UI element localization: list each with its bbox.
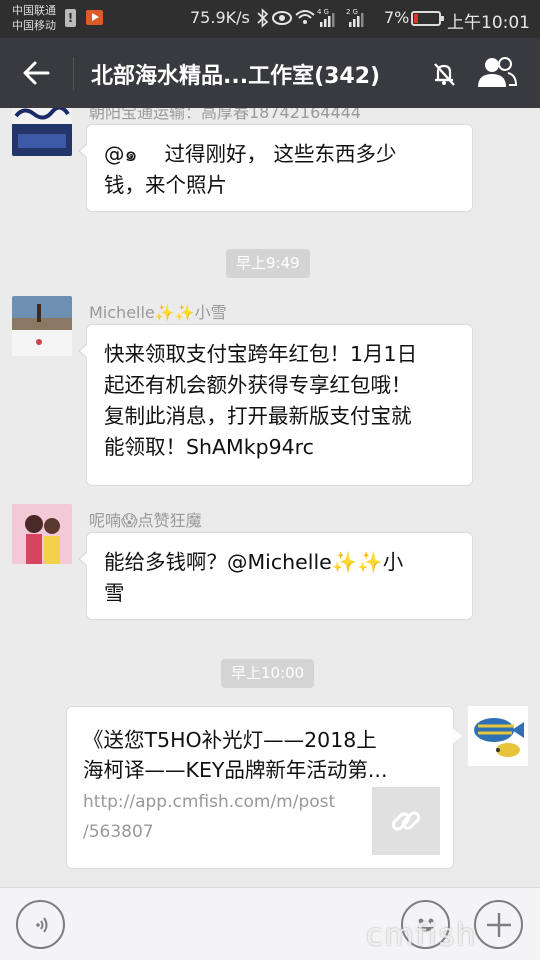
carrier-2: 中国移动 [12, 19, 56, 32]
clock: 上午10:01 [447, 13, 530, 33]
group-icon [478, 57, 518, 87]
video-icon [86, 10, 103, 25]
time-divider: 早上9:49 [226, 249, 310, 278]
battery-percent: 7% [384, 8, 410, 27]
link-title-line: 《送您T5HO补光灯——2018上 [83, 728, 377, 752]
battery-icon [411, 11, 444, 26]
message-line: @๑ 过得刚好， 这些东西多少 [104, 142, 397, 166]
avatar-image [468, 706, 528, 766]
back-button[interactable] [14, 53, 58, 93]
svg-text:4G: 4G [317, 8, 331, 16]
link-thumbnail [372, 787, 440, 855]
message-line: 快来领取支付宝跨年红包！1月1日 [104, 342, 418, 366]
avatar-image [12, 296, 72, 356]
avatar[interactable] [12, 296, 72, 356]
status-bar: 中国联通 中国移动 ! 75.9K/s 4G 2G 7% 上午10:01 [0, 0, 540, 38]
alert-icon: ! [65, 9, 76, 27]
avatar[interactable] [12, 108, 72, 156]
watermark: cmfish [366, 918, 478, 953]
link-url: http://app.cmfish.com/m/post /563807 [83, 787, 343, 847]
arrow-left-icon [23, 61, 50, 85]
sender-name: 呢喃😱点赞狂魔 [89, 511, 202, 530]
link-card-message[interactable]: 《送您T5HO补光灯——2018上 海柯译——KEY品牌新年活动第... htt… [66, 706, 462, 869]
my-avatar[interactable] [468, 706, 528, 766]
message-line: 起还有机会额外获得专享红包哦！ [104, 373, 412, 397]
message-line: 钱，来个照片 [104, 173, 227, 197]
avatar-image [12, 108, 72, 156]
status-glyphs-icon: 4G 2G [257, 8, 364, 28]
status-icons: 4G 2G [256, 7, 378, 33]
svg-text:2G: 2G [346, 8, 360, 16]
bubble-tail [453, 729, 462, 743]
message-line: 能领取！ShAMkp94rc [104, 435, 314, 459]
carrier-1: 中国联通 [12, 4, 56, 17]
bell-off-icon [434, 63, 455, 86]
time-divider: 早上10:00 [221, 659, 315, 688]
link-url-line: http://app.cmfish.com/m/post [83, 792, 336, 812]
link-url-line: /563807 [83, 822, 154, 842]
message-line: 能给多钱啊？@Michelle✨✨小 [104, 550, 404, 574]
plus-icon [486, 912, 511, 937]
chat-messages[interactable]: 朝阳宝通运输：高厚春18742164444 @๑ 过得刚好， 这些东西多少 钱，… [0, 108, 540, 887]
voice-button[interactable] [16, 900, 65, 949]
message-bubble[interactable]: 快来领取支付宝跨年红包！1月1日 起还有机会额外获得专享红包哦！ 复制此消息，打… [78, 324, 473, 486]
link-icon [391, 811, 421, 831]
link-title: 《送您T5HO补光灯——2018上 海柯译——KEY品牌新年活动第... [83, 725, 431, 785]
network-speed: 75.9K/s [190, 8, 250, 27]
page-title[interactable]: 北部海水精品...工作室(342) [91, 58, 380, 90]
more-button[interactable] [474, 900, 523, 949]
avatar[interactable] [12, 504, 72, 564]
message-bubble[interactable]: @๑ 过得刚好， 这些东西多少 钱，来个照片 [78, 124, 473, 212]
header-divider [73, 57, 74, 90]
message-line: 复制此消息，打开最新版支付宝就 [104, 404, 412, 428]
message-line: 雪 [104, 581, 125, 605]
members-button[interactable] [476, 55, 518, 91]
carrier-names: 中国联通 中国移动 [12, 3, 56, 33]
voice-icon [35, 916, 47, 933]
link-title-line: 海柯译——KEY品牌新年活动第... [83, 758, 388, 782]
message-bubble[interactable]: 能给多钱啊？@Michelle✨✨小 雪 [78, 532, 473, 620]
sender-name: Michelle✨✨小雪 [89, 303, 227, 322]
chat-header: 北部海水精品...工作室(342) [0, 38, 540, 108]
sender-name: 朝阳宝通运输：高厚春18742164444 [89, 108, 361, 122]
avatar-image [12, 504, 72, 564]
